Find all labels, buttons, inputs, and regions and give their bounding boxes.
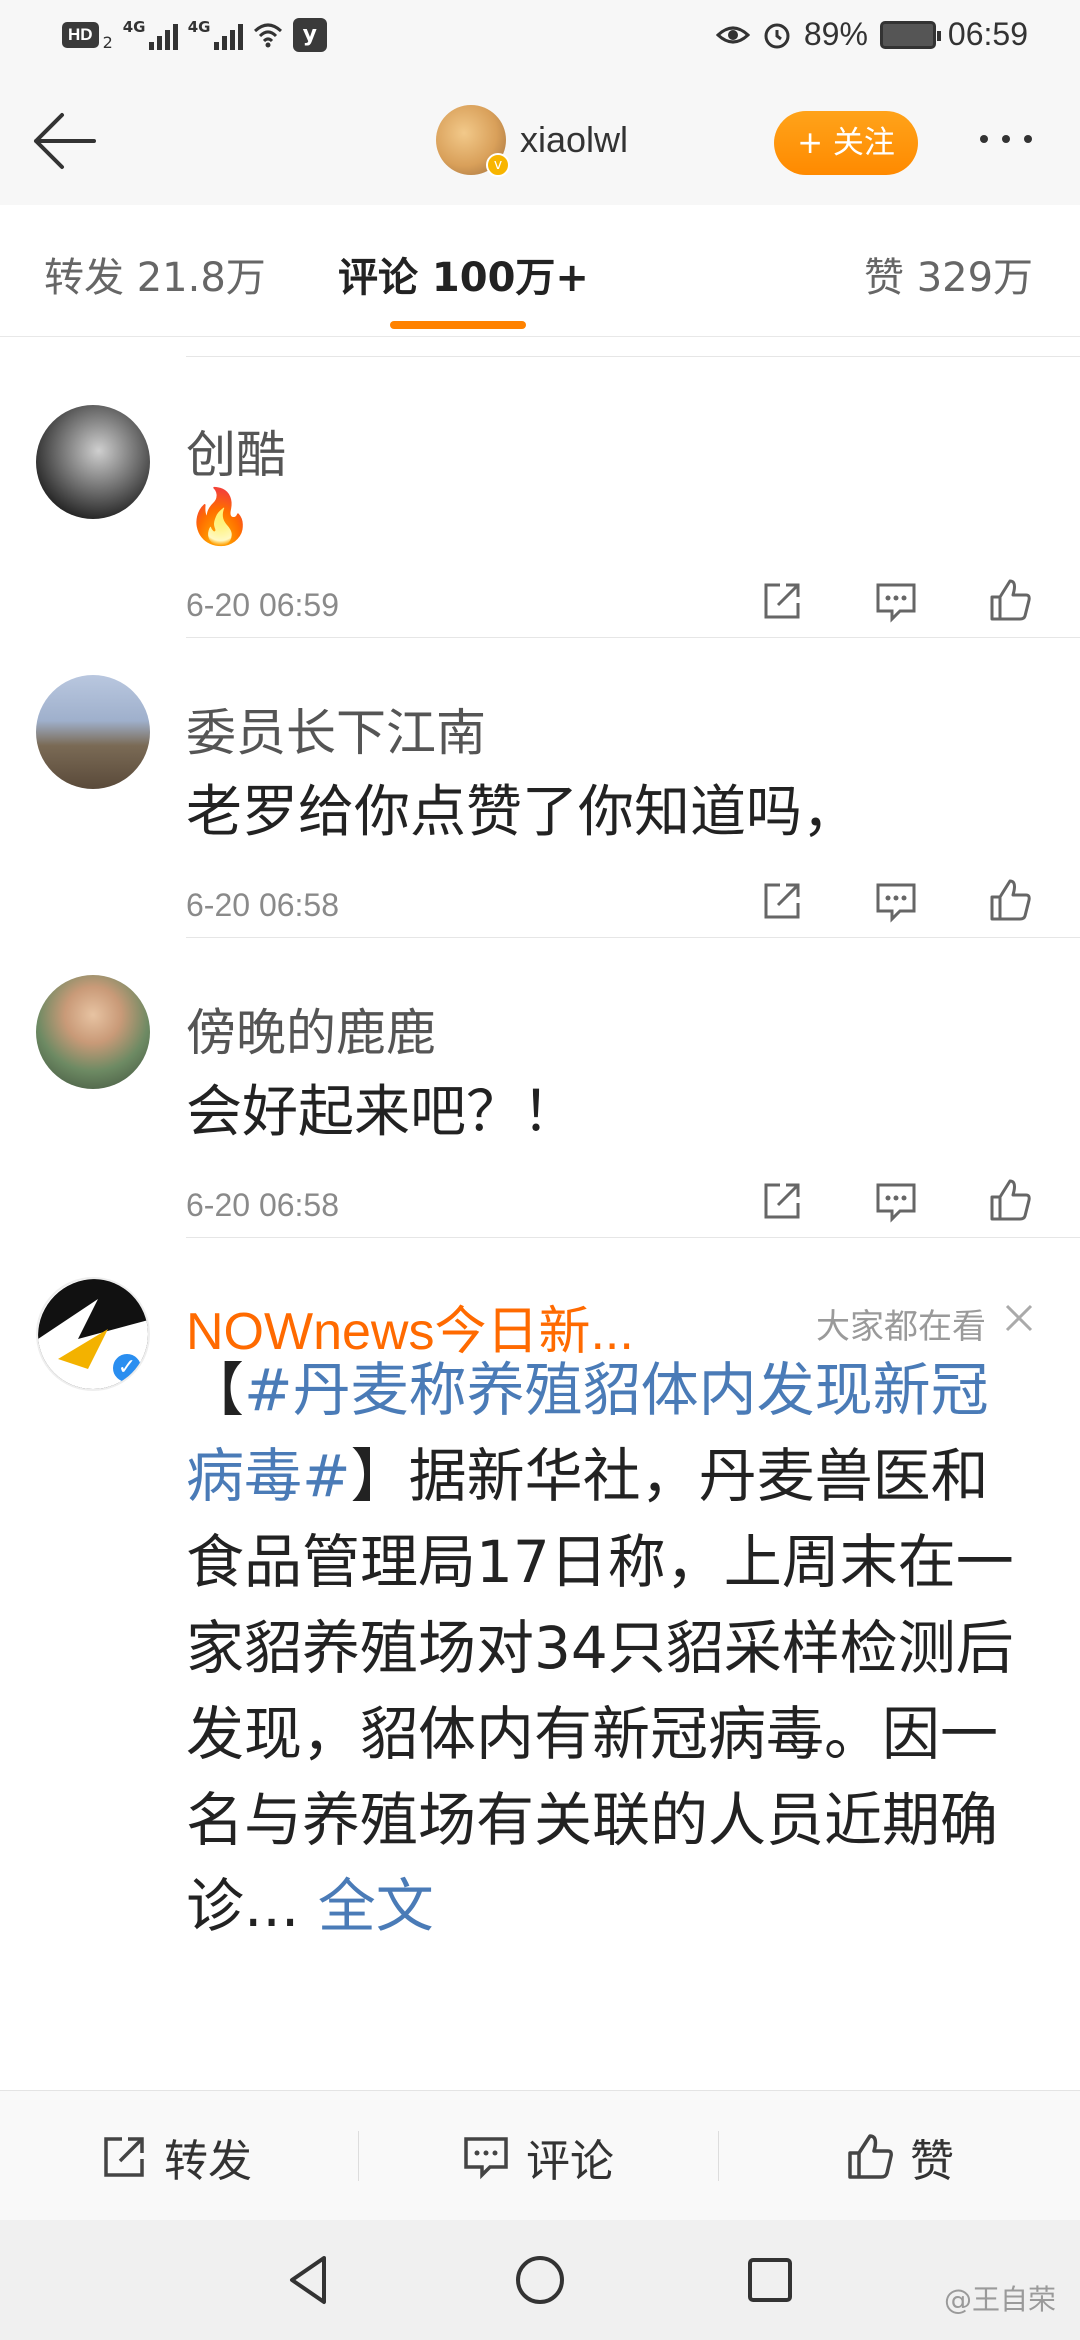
avatar[interactable]: ✓ — [36, 1277, 150, 1391]
avatar[interactable] — [36, 405, 150, 519]
avatar[interactable] — [36, 675, 150, 789]
post-body: 【#丹麦称养殖貂体内发现新冠病毒#】据新华社，丹麦兽医和食品管理局17日称，上周… — [186, 1347, 1046, 1949]
nav-bar: v xiaolwl + 关注 — [0, 75, 1080, 205]
divider — [358, 2131, 359, 2181]
network-type-2: 4G — [187, 18, 211, 36]
share-icon[interactable] — [758, 1177, 806, 1225]
wifi-icon — [253, 23, 282, 48]
network-type-1: 4G — [122, 18, 146, 36]
verified-badge-icon: ✓ — [110, 1351, 144, 1385]
reply-icon[interactable] — [872, 877, 920, 925]
nav-recents-icon[interactable] — [740, 2250, 800, 2310]
nav-back-icon[interactable] — [280, 2250, 340, 2310]
recommend-tag: 大家都在看 — [816, 1307, 986, 1347]
divider — [718, 2131, 719, 2181]
comment-author[interactable]: 傍晚的鹿鹿 — [186, 993, 436, 1065]
avatar[interactable] — [36, 975, 150, 1089]
system-nav-bar: @王自荣 — [0, 2220, 1080, 2340]
partial-comment-row — [186, 317, 1080, 357]
signal-icon: 4G — [122, 18, 178, 50]
nav-username[interactable]: xiaolwl — [520, 119, 628, 161]
divider — [186, 937, 1080, 938]
alarm-icon — [764, 23, 790, 48]
post-body-open: 【 — [186, 1356, 245, 1424]
like-icon — [844, 2131, 896, 2183]
repost-button[interactable]: 转发 — [98, 2125, 252, 2189]
comment-icon — [460, 2131, 512, 2183]
like-icon[interactable] — [986, 577, 1034, 625]
comment-time: 6-20 06:59 — [186, 587, 340, 623]
like-icon[interactable] — [986, 877, 1034, 925]
watermark: @王自荣 — [943, 2283, 1056, 2316]
repost-label: 转发 — [164, 2136, 252, 2187]
nav-user[interactable]: v xiaolwl — [436, 105, 628, 177]
tab-reposts[interactable]: 转发 21.8万 — [44, 245, 266, 303]
share-icon[interactable] — [758, 577, 806, 625]
status-right: 89% 06:59 — [715, 16, 1028, 53]
comment-button[interactable]: 评论 — [460, 2125, 614, 2189]
hd-sub: 2 — [102, 32, 113, 52]
clock: 06:59 — [947, 16, 1028, 52]
status-bar: HD 2 4G 4G y 89% 06:59 — [0, 0, 1080, 75]
comment-author[interactable]: 委员长下江南 — [186, 693, 486, 765]
avatar[interactable]: v — [436, 105, 510, 177]
nav-home-icon[interactable] — [510, 2250, 570, 2310]
battery-percent: 89% — [803, 16, 868, 52]
signal-icon-2: 4G — [187, 18, 243, 50]
reply-icon[interactable] — [872, 577, 920, 625]
tab-comments[interactable]: 评论 100万+ — [338, 245, 589, 303]
comment-actions — [758, 1177, 1034, 1225]
more-options-icon[interactable] — [980, 135, 1032, 143]
like-icon[interactable] — [986, 1177, 1034, 1225]
share-icon — [98, 2131, 150, 2183]
status-left: HD 2 4G 4G y — [62, 18, 327, 52]
reply-icon[interactable] — [872, 1177, 920, 1225]
divider — [186, 1237, 1080, 1238]
comment-actions — [758, 877, 1034, 925]
comment-label: 评论 — [526, 2136, 614, 2187]
bottom-action-bar: 转发 评论 赞 — [0, 2090, 1080, 2220]
close-icon[interactable] — [1004, 1303, 1034, 1333]
comment-time: 6-20 06:58 — [186, 1187, 340, 1223]
like-label: 赞 — [910, 2136, 954, 2187]
hd-badge: HD — [62, 22, 99, 48]
verified-badge-icon: v — [486, 153, 510, 177]
full-text-link[interactable]: 全文 — [299, 1872, 434, 1940]
follow-button[interactable]: + 关注 — [774, 111, 918, 175]
comment-text: 会好起来吧？！ — [186, 1080, 578, 1145]
like-button[interactable]: 赞 — [844, 2125, 954, 2189]
battery-icon — [879, 20, 941, 49]
eye-icon — [715, 26, 750, 43]
post-body-text: 】据新华社，丹麦兽医和食品管理局17日称，上周末在一家貂养殖场对34只貂采样检测… — [186, 1442, 1014, 1940]
share-icon[interactable] — [758, 877, 806, 925]
comment-text: 🔥 — [186, 485, 254, 548]
comment-time: 6-20 06:58 — [186, 887, 340, 923]
divider — [186, 637, 1080, 638]
comment-author[interactable]: 创酷 — [186, 415, 286, 487]
app-notification-icon: y — [292, 18, 327, 52]
comment-actions — [758, 577, 1034, 625]
comment-text: 老罗给你点赞了你知道吗， — [186, 780, 858, 845]
back-arrow-icon[interactable] — [28, 105, 100, 177]
tab-likes[interactable]: 赞 329万 — [864, 245, 1033, 303]
